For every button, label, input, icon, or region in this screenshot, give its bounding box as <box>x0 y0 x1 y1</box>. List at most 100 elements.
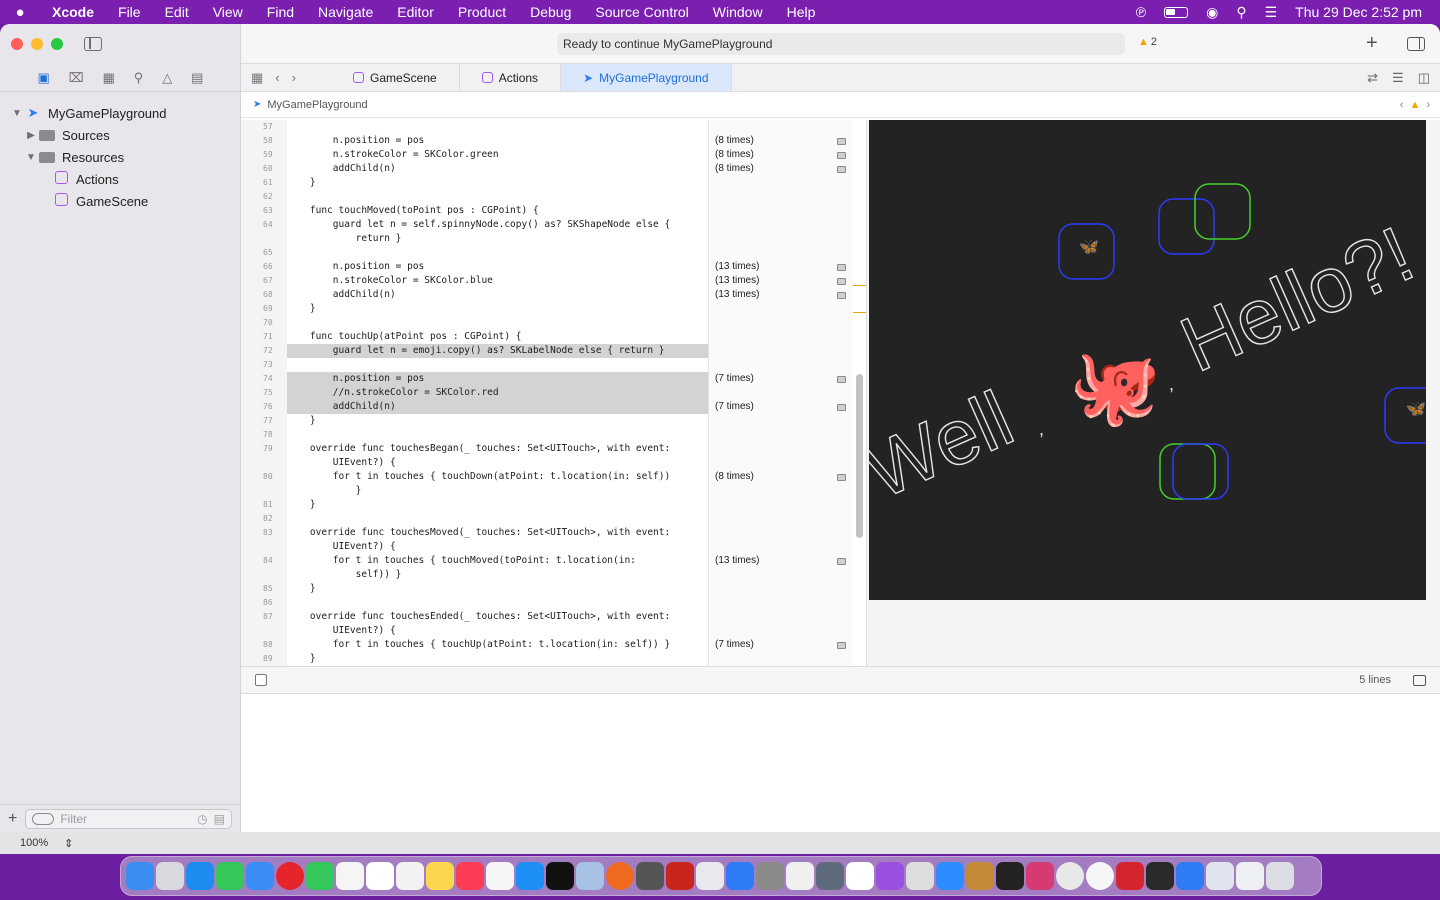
forward-icon[interactable]: › <box>292 70 296 85</box>
quick-look-icon[interactable] <box>837 138 846 145</box>
filter-input[interactable]: Filter ◷ ▤ <box>25 808 232 829</box>
quick-look-icon[interactable] <box>837 292 846 299</box>
filter-options-icon[interactable] <box>32 812 55 825</box>
code-text[interactable]: override func touchesEnded(_ touches: Se… <box>287 610 670 624</box>
code-line[interactable]: return } <box>241 232 853 246</box>
code-line[interactable]: 57 <box>241 120 853 134</box>
tab-mygameplayground[interactable]: ➤ MyGamePlayground <box>561 64 732 91</box>
code-line[interactable]: 88 for t in touches { touchUp(atPoint: t… <box>241 638 853 652</box>
mail-icon[interactable] <box>246 862 274 890</box>
find-navigator-icon[interactable]: ⚲ <box>134 70 144 86</box>
paw-icon[interactable] <box>966 862 994 890</box>
tab-gamescene[interactable]: GameScene <box>331 64 460 91</box>
code-text[interactable]: return } <box>287 232 402 246</box>
code-text[interactable]: } <box>287 176 316 190</box>
code-text[interactable]: func touchUp(atPoint pos : CGPoint) { <box>287 330 522 344</box>
chevron-down-icon[interactable]: ▼ <box>24 152 38 163</box>
preview-icon[interactable] <box>816 862 844 890</box>
code-line[interactable]: 74 n.position = pos (7 times) <box>241 372 853 386</box>
source-code[interactable]: 57 58 n.position = pos (8 times) 59 n.strok… <box>241 120 853 666</box>
zoom-window-button[interactable] <box>51 38 63 50</box>
code-text[interactable]: } <box>287 652 316 666</box>
code-line[interactable]: 63 func touchMoved(toPoint pos : CGPoint… <box>241 204 853 218</box>
code-line[interactable]: 59 n.strokeColor = SKColor.green (8 times… <box>241 148 853 162</box>
code-text[interactable]: UIEvent?) { <box>287 456 396 470</box>
menu-file[interactable]: File <box>106 4 153 20</box>
calendar-icon[interactable] <box>366 862 394 890</box>
code-line[interactable]: UIEvent?) { <box>241 624 853 638</box>
opera-icon[interactable] <box>276 862 304 890</box>
code-line[interactable]: 82 <box>241 512 853 526</box>
bluetooth-icon[interactable]: ℗ <box>1136 4 1146 20</box>
code-line[interactable]: 71 func touchUp(atPoint pos : CGPoint) { <box>241 330 853 344</box>
code-text[interactable]: n.position = pos <box>287 134 425 148</box>
tree-item-resources[interactable]: ▼ Resources <box>0 146 240 168</box>
minimize-window-button[interactable] <box>31 38 43 50</box>
symbol-navigator-icon[interactable]: ▦ <box>103 70 115 86</box>
code-line[interactable]: 64 guard let n = self.spinnyNode.copy() … <box>241 218 853 232</box>
code-text[interactable]: n.strokeColor = SKColor.blue <box>287 274 493 288</box>
menu-app[interactable]: Xcode <box>40 4 106 20</box>
editor-scrollbar[interactable] <box>856 374 863 538</box>
zoom-level[interactable]: 100% <box>20 837 48 849</box>
run-playground-checkbox[interactable] <box>255 674 267 686</box>
quicktime-icon[interactable] <box>1056 862 1084 890</box>
code-line[interactable]: UIEvent?) { <box>241 540 853 554</box>
control-center-icon[interactable]: ☰ <box>1265 4 1278 21</box>
code-review-icon[interactable]: ⇄ <box>1367 70 1378 86</box>
code-line[interactable]: 69 } <box>241 302 853 316</box>
code-line[interactable]: 81 } <box>241 498 853 512</box>
chrome-canary-icon[interactable] <box>576 862 604 890</box>
code-line[interactable]: 68 addChild(n) (13 times) <box>241 288 853 302</box>
code-text[interactable]: func touchMoved(toPoint pos : CGPoint) { <box>287 204 539 218</box>
tab-actions[interactable]: Actions <box>460 64 562 91</box>
menu-product[interactable]: Product <box>446 4 518 20</box>
quick-look-icon[interactable] <box>837 474 846 481</box>
code-text[interactable]: guard let n = self.spinnyNode.copy() as?… <box>287 218 670 232</box>
inspector-toggle-icon[interactable] <box>1407 37 1425 51</box>
quick-look-icon[interactable] <box>837 404 846 411</box>
code-line[interactable]: 84 for t in touches { touchMoved(toPoint… <box>241 554 853 568</box>
reminders-icon[interactable] <box>396 862 424 890</box>
code-line[interactable]: 65 <box>241 246 853 260</box>
battery-icon[interactable] <box>1164 6 1189 18</box>
code-line[interactable]: 86 <box>241 596 853 610</box>
code-text[interactable]: guard let n = emoji.copy() as? SKLabelNo… <box>287 344 708 358</box>
code-line[interactable]: } <box>241 484 853 498</box>
trash-icon[interactable] <box>1266 862 1294 890</box>
related-items-icon[interactable]: ▦ <box>251 70 263 86</box>
system-preferences-icon[interactable] <box>756 862 784 890</box>
apple-tv-icon[interactable] <box>546 862 574 890</box>
code-line[interactable]: 76 addChild(n) (7 times) <box>241 400 853 414</box>
quick-look-icon[interactable] <box>837 264 846 271</box>
bbedit-icon[interactable] <box>696 862 724 890</box>
code-text[interactable]: n.position = pos <box>287 372 708 386</box>
code-line[interactable]: UIEvent?) { <box>241 456 853 470</box>
code-line[interactable]: 60 addChild(n) (8 times) <box>241 162 853 176</box>
calculator-icon[interactable] <box>636 862 664 890</box>
code-text[interactable]: } <box>287 414 316 428</box>
code-text[interactable]: addChild(n) <box>287 162 396 176</box>
messages-icon[interactable] <box>216 862 244 890</box>
zoom-icon[interactable] <box>936 862 964 890</box>
code-line[interactable]: 87 override func touchesEnded(_ touches:… <box>241 610 853 624</box>
menu-editor[interactable]: Editor <box>385 4 446 20</box>
add-file-icon[interactable]: + <box>8 810 17 828</box>
code-text[interactable]: override func touchesMoved(_ touches: Se… <box>287 526 670 540</box>
menu-debug[interactable]: Debug <box>518 4 583 20</box>
previous-issue-icon[interactable]: ‹ <box>1400 99 1404 111</box>
terminal-icon[interactable] <box>996 862 1024 890</box>
code-line[interactable]: 70 <box>241 316 853 330</box>
warning-badge[interactable]: ▲ 2 <box>1138 36 1157 48</box>
quick-look-icon[interactable] <box>837 278 846 285</box>
spotlight-search-icon[interactable]: ⚲ <box>1236 4 1246 21</box>
news-icon[interactable] <box>486 862 514 890</box>
code-text[interactable]: override func touchesBegan(_ touches: Se… <box>287 442 670 456</box>
code-text[interactable]: addChild(n) <box>287 400 708 414</box>
code-text[interactable]: UIEvent?) { <box>287 540 396 554</box>
recent-files-icon[interactable]: ◷ <box>197 812 207 826</box>
breadcrumb-item[interactable]: MyGamePlayground <box>267 99 367 111</box>
code-line[interactable]: 66 n.position = pos (13 times) <box>241 260 853 274</box>
intellij-icon[interactable] <box>1026 862 1054 890</box>
code-line[interactable]: 80 for t in touches { touchDown(atPoint:… <box>241 470 853 484</box>
